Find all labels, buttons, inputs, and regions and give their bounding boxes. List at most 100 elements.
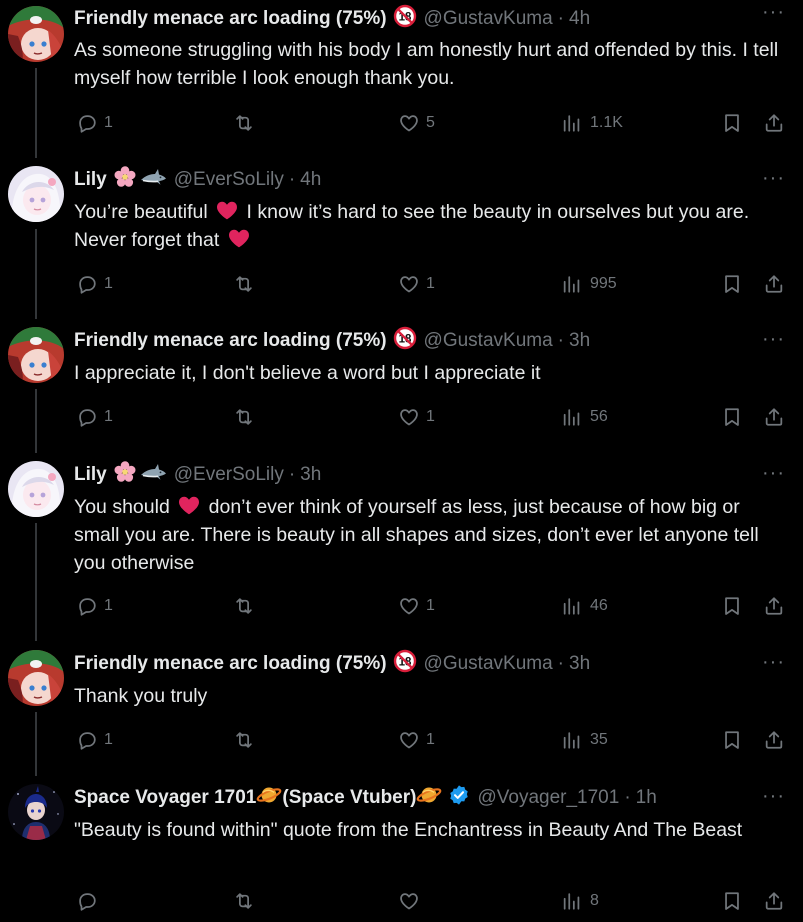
post[interactable]: Friendly menace arc loading (75%) @Gusta… [0, 0, 803, 150]
reply-button[interactable]: 1 [76, 271, 113, 297]
post-time[interactable]: 3h [569, 330, 590, 352]
avatar[interactable] [8, 6, 64, 62]
bookmark-button[interactable] [721, 271, 743, 297]
avatar[interactable] [8, 784, 64, 840]
more-options-icon[interactable]: ··· [762, 786, 785, 806]
repost-icon [233, 595, 255, 617]
reply-button[interactable]: 1 [76, 110, 113, 136]
more-options-icon[interactable]: ··· [762, 329, 785, 349]
repost-icon [233, 890, 255, 912]
post-text: As someone struggling with his body I am… [74, 39, 779, 89]
share-button[interactable] [763, 593, 785, 619]
like-count: 1 [426, 731, 435, 748]
views-button[interactable]: 8 [561, 888, 599, 914]
share-button[interactable] [763, 727, 785, 753]
views-button[interactable]: 56 [561, 404, 608, 430]
post-text: I appreciate it, I don't believe a word … [74, 362, 541, 384]
like-button[interactable]: 5 [398, 110, 435, 136]
post-time[interactable]: 3h [300, 464, 321, 486]
post[interactable]: Space Voyager 1701 (Space Vtuber) @Voyag… [0, 784, 803, 922]
more-options-icon[interactable]: ··· [762, 652, 785, 672]
share-button[interactable] [763, 404, 785, 430]
views-icon [561, 406, 583, 428]
repost-button[interactable] [233, 271, 261, 297]
reply-button[interactable]: 1 [76, 727, 113, 753]
verified-badge-icon[interactable] [448, 784, 470, 812]
view-count: 35 [590, 731, 608, 748]
avatar[interactable] [8, 327, 64, 383]
author-handle[interactable]: @GustavKuma [424, 8, 553, 30]
author-name-suffix[interactable]: (Space Vtuber) [282, 787, 416, 809]
like-button[interactable]: 1 [398, 593, 435, 619]
like-button[interactable]: 1 [398, 727, 435, 753]
reply-count: 1 [104, 408, 113, 425]
post-time[interactable]: 4h [569, 8, 590, 30]
reply-icon [76, 112, 98, 134]
post-time[interactable]: 3h [569, 653, 590, 675]
author-name[interactable]: Friendly menace arc loading (75%) [74, 653, 387, 675]
reply-count: 1 [104, 114, 113, 131]
avatar[interactable] [8, 166, 64, 222]
red-heart-icon [215, 198, 239, 222]
author-handle[interactable]: @EverSoLily [174, 464, 284, 486]
like-button[interactable]: 1 [398, 271, 435, 297]
share-button[interactable] [763, 888, 785, 914]
bookmark-button[interactable] [721, 110, 743, 136]
post-time[interactable]: 1h [636, 787, 657, 809]
author-name[interactable]: Space Voyager 1701 [74, 787, 256, 809]
share-icon [763, 273, 785, 295]
repost-button[interactable] [233, 727, 261, 753]
views-button[interactable]: 1.1K [561, 110, 623, 136]
repost-button[interactable] [233, 593, 261, 619]
shark-icon [139, 165, 167, 195]
reply-button[interactable]: 1 [76, 404, 113, 430]
author-name[interactable]: Friendly menace arc loading (75%) [74, 330, 387, 352]
bookmark-icon [721, 273, 743, 295]
post-text-part: You’re beautiful [74, 201, 214, 223]
repost-button[interactable] [233, 110, 261, 136]
heart-icon [398, 273, 420, 295]
share-button[interactable] [763, 110, 785, 136]
bookmark-button[interactable] [721, 404, 743, 430]
action-bar: 1 1 35 [0, 727, 803, 753]
share-button[interactable] [763, 271, 785, 297]
heart-icon [398, 112, 420, 134]
repost-button[interactable] [233, 404, 261, 430]
author-handle[interactable]: @Voyager_1701 [477, 787, 619, 809]
view-count: 8 [590, 892, 599, 909]
author-name[interactable]: Friendly menace arc loading (75%) [74, 8, 387, 30]
author-name[interactable]: Lily [74, 169, 107, 191]
red-heart-icon [227, 226, 251, 250]
author-name[interactable]: Lily [74, 464, 107, 486]
reply-icon [76, 273, 98, 295]
author-handle[interactable]: @EverSoLily [174, 169, 284, 191]
reply-button[interactable] [76, 888, 104, 914]
view-count: 995 [590, 275, 617, 292]
post[interactable]: Friendly menace arc loading (75%) @Gusta… [0, 650, 803, 770]
more-options-icon[interactable]: ··· [762, 2, 785, 22]
avatar[interactable] [8, 650, 64, 706]
repost-button[interactable] [233, 888, 261, 914]
repost-icon [233, 729, 255, 751]
post[interactable]: Friendly menace arc loading (75%) @Gusta… [0, 327, 803, 447]
heart-icon [398, 595, 420, 617]
reply-button[interactable]: 1 [76, 593, 113, 619]
author-handle[interactable]: @GustavKuma [424, 653, 553, 675]
avatar[interactable] [8, 461, 64, 517]
view-count: 46 [590, 597, 608, 614]
author-handle[interactable]: @GustavKuma [424, 330, 553, 352]
more-options-icon[interactable]: ··· [762, 168, 785, 188]
post[interactable]: Lily @EverSoLily · 3h ··· You should don… [0, 461, 803, 641]
post-time[interactable]: 4h [300, 169, 321, 191]
like-button[interactable]: 1 [398, 404, 435, 430]
views-button[interactable]: 46 [561, 593, 608, 619]
views-button[interactable]: 35 [561, 727, 608, 753]
post[interactable]: Lily @EverSoLily · 4h ··· You’re beautif… [0, 166, 803, 316]
bookmark-button[interactable] [721, 888, 743, 914]
more-options-icon[interactable]: ··· [762, 463, 785, 483]
bookmark-button[interactable] [721, 727, 743, 753]
views-button[interactable]: 995 [561, 271, 617, 297]
bookmark-icon [721, 729, 743, 751]
bookmark-button[interactable] [721, 593, 743, 619]
like-button[interactable] [398, 888, 426, 914]
